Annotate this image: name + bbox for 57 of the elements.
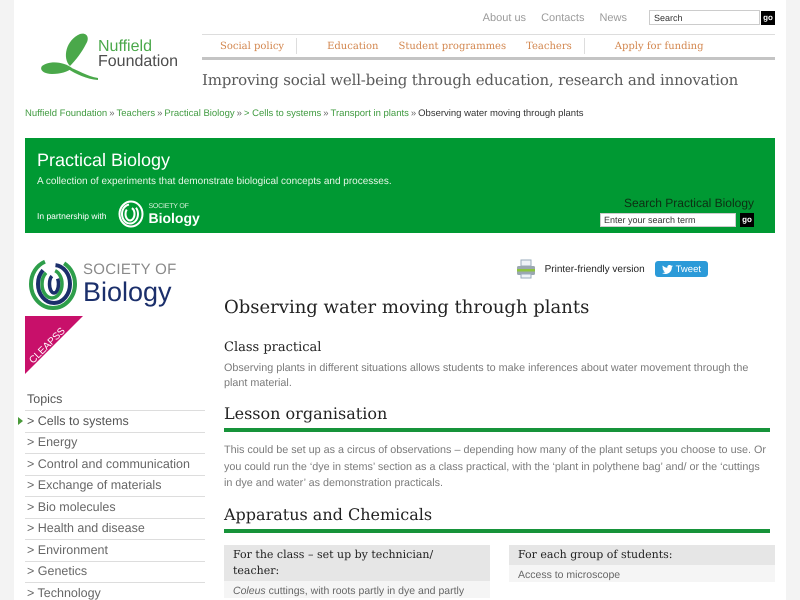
apparatus-heading: For the class – set up by technician/ teacher: [224, 544, 490, 580]
search-field[interactable]: Enter your search term [600, 213, 736, 227]
top-link[interactable]: About us [482, 12, 526, 24]
logo-wordmark: Nuffield Foundation [98, 39, 178, 69]
search-label: Search Practical Biology [624, 196, 754, 210]
section-text: Observing plants in different situations allows students to make inferences about water movement through the plant material. [224, 361, 750, 391]
nav-link[interactable]: Apply for funding [614, 40, 704, 52]
breadcrumb-link[interactable]: Teachers [116, 108, 156, 120]
section-heading: Apparatus and Chemicals [224, 504, 434, 524]
apparatus-heading: For each group of students: [509, 544, 775, 564]
banner-subtitle: A collection of experiments that demonstrate biological concepts and processes. [37, 175, 393, 188]
topic-link[interactable]: > Energy [25, 435, 78, 450]
topic-link[interactable]: > Cells to systems [25, 414, 129, 429]
breadcrumb-separator: » [323, 108, 329, 120]
topics-heading: Topics [25, 390, 205, 411]
topic-link[interactable]: > Control and communication [25, 456, 190, 472]
breadcrumb-separator: » [157, 108, 162, 120]
bird-icon [662, 264, 673, 274]
breadcrumb-link[interactable]: > Cells to systems [244, 108, 322, 120]
rings-icon [118, 200, 144, 228]
nav-link[interactable]: Student programmes [398, 40, 506, 52]
breadcrumb-current: Observing water moving through plants [418, 108, 584, 120]
breadcrumb-separator: » [236, 108, 242, 120]
top-link[interactable]: News [599, 12, 627, 24]
nav-link[interactable]: Teachers [526, 40, 572, 52]
apparatus-item: Access to microscope [517, 568, 622, 582]
tagline: Improving social well-being through education, research and innovation [202, 71, 740, 89]
breadcrumb-link[interactable]: Practical Biology [164, 108, 235, 120]
logo-wordmark: SOCIETY OF Biology [83, 262, 177, 306]
page-title: Observing water moving through plants [224, 297, 590, 319]
topic-link[interactable]: > Genetics [25, 564, 88, 580]
breadcrumb-link[interactable]: Nuffield Foundation [25, 108, 108, 120]
apparatus-item: Coleus cuttings, with roots partly in dye and partly [232, 584, 466, 598]
search-field[interactable]: Search [649, 10, 760, 25]
rings-icon [28, 257, 78, 311]
topic-link[interactable]: > Bio molecules [25, 500, 116, 515]
triangle-marker-icon [18, 417, 23, 425]
banner-title: Practical Biology [37, 149, 172, 171]
go-button[interactable]: go [761, 10, 775, 24]
topic-link[interactable]: > Health and disease [25, 521, 145, 536]
go-button[interactable]: go [740, 213, 754, 227]
partnership-label: In partnership with [37, 210, 106, 220]
topic-link[interactable]: > Exchange of materials [25, 478, 162, 494]
printer-friendly-link[interactable]: Printer-friendly version [544, 264, 645, 274]
section-heading: Lesson organisation [224, 404, 388, 424]
topic-link[interactable]: > Environment [25, 542, 108, 558]
section-text: This could be set up as a circus of observations – depending how many of the plant setups you choose to use. Or you could run the ‘dye in stems’ section as a class practical, with the ‘plant in polythene bag’ and/ or the ‘cuttings in dye and water’ as demonstration practicals. [224, 443, 767, 491]
topic-link[interactable]: > Technology [25, 586, 101, 600]
nav-link[interactable]: Social policy [220, 40, 284, 52]
printer-icon[interactable] [516, 259, 536, 279]
section-subheading: Class practical [224, 340, 322, 356]
breadcrumb-separator: » [410, 108, 416, 120]
tweet-button[interactable]: Tweet [654, 261, 708, 277]
top-link[interactable]: Contacts [541, 12, 584, 24]
breadcrumb-link[interactable]: Transport in plants [330, 108, 409, 120]
breadcrumb-separator: » [109, 108, 115, 120]
nav-link[interactable]: Education [327, 40, 378, 52]
